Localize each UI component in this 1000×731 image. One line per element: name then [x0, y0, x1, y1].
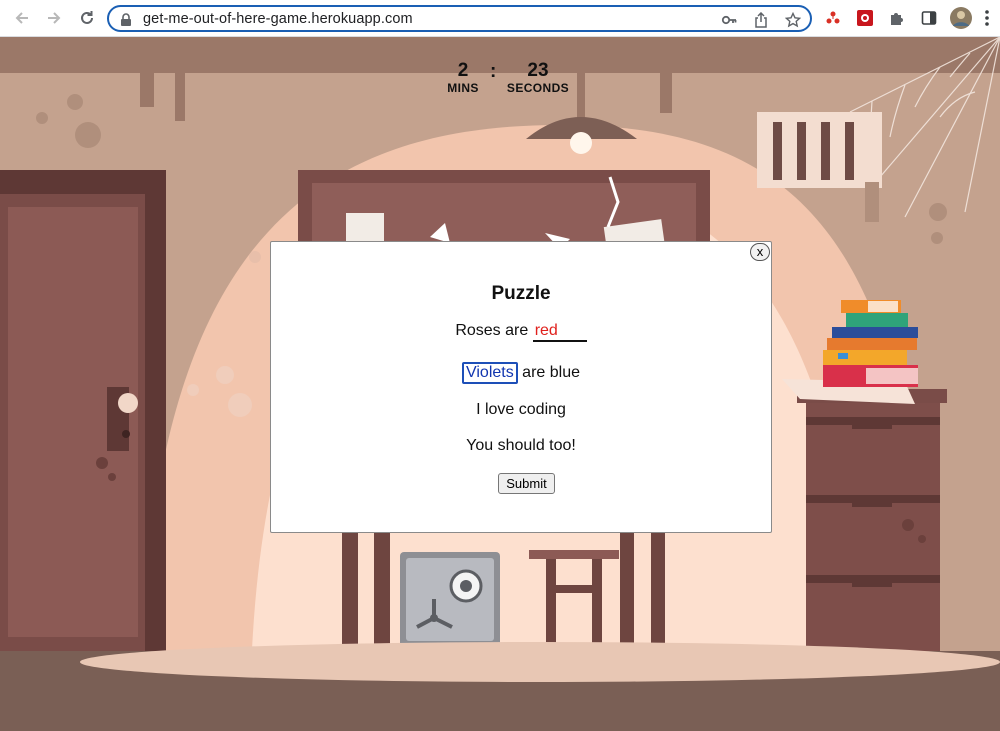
forward-icon[interactable] — [42, 6, 66, 30]
countdown-timer: 2 MINS : 23 SECONDS — [436, 60, 576, 100]
poem-line-1: Roses are red — [271, 322, 771, 342]
line2-rest: are blue — [522, 364, 580, 381]
answer-input[interactable]: red — [532, 322, 587, 342]
poem-line-3: I love coding — [476, 401, 566, 418]
profile-avatar[interactable] — [949, 6, 973, 30]
back-icon[interactable] — [10, 6, 34, 30]
url-text[interactable]: get-me-out-of-here-game.herokuapp.com — [143, 11, 413, 27]
address-bar[interactable]: get-me-out-of-here-game.herokuapp.com — [107, 5, 812, 32]
timer-separator: : — [490, 61, 497, 82]
share-icon[interactable] — [752, 11, 770, 29]
menu-icon[interactable] — [980, 8, 994, 28]
poem-line-2: Violets are blue — [271, 362, 771, 384]
escape-room-scene: 2 MINS : 23 SECONDS x Puzzle Roses are r… — [0, 37, 1000, 731]
star-icon[interactable] — [784, 11, 802, 29]
key-icon[interactable] — [720, 11, 738, 29]
close-button[interactable]: x — [750, 243, 770, 261]
puzzle-modal: x Puzzle Roses are red Violets are blue … — [270, 241, 772, 533]
timer-seconds: 23 — [527, 60, 549, 81]
reload-icon[interactable] — [75, 6, 99, 30]
submit-button[interactable]: Submit — [498, 473, 555, 494]
side-panel-icon[interactable] — [919, 8, 939, 28]
extension-game-icon[interactable] — [855, 8, 875, 28]
puzzle-extensions-icon[interactable] — [887, 8, 907, 28]
poem-line-4: You should too! — [466, 437, 576, 454]
lock-icon[interactable] — [117, 11, 135, 29]
puzzle-title: Puzzle — [491, 283, 551, 304]
highlighted-word[interactable]: Violets — [461, 362, 518, 384]
browser-toolbar: get-me-out-of-here-game.herokuapp.com — [0, 0, 1000, 37]
line1-prefix: Roses are — [455, 322, 529, 339]
timer-seconds-label: SECONDS — [506, 81, 570, 95]
extension-red-icon[interactable] — [823, 8, 843, 28]
timer-minutes-label: MINS — [447, 81, 479, 95]
timer-minutes: 2 — [457, 60, 469, 81]
